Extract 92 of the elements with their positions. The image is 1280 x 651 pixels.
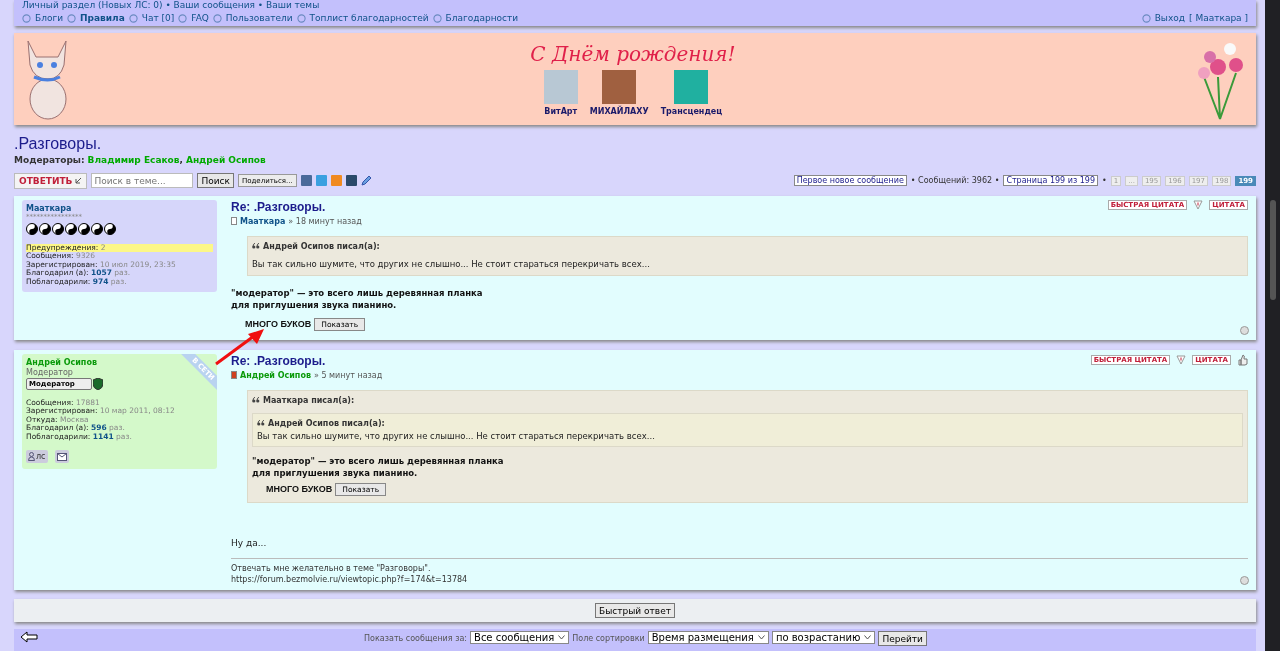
post-time: » 18 минут назад bbox=[288, 216, 362, 226]
sort-label: Поле сортировки bbox=[572, 634, 645, 644]
social-icon[interactable] bbox=[300, 175, 312, 187]
power-icon bbox=[1141, 13, 1151, 23]
user-rank: Модератор bbox=[26, 367, 73, 377]
search-button[interactable]: Поиск bbox=[197, 173, 234, 189]
separator: , bbox=[179, 154, 183, 165]
circle-icon bbox=[128, 13, 138, 23]
bullet: • bbox=[1102, 176, 1107, 186]
scroll-top-icon[interactable] bbox=[1240, 575, 1249, 585]
nav-link[interactable]: Блоги bbox=[35, 13, 63, 23]
warning-icon[interactable] bbox=[1193, 199, 1204, 210]
quote-author: Андрей Осипов писал(а): bbox=[268, 418, 385, 428]
quick-reply-button[interactable]: Быстрый ответ bbox=[595, 603, 675, 619]
banner-title: С Днём рождения! bbox=[530, 41, 736, 66]
nav-link[interactable]: Благодарности bbox=[445, 13, 519, 23]
quote-text: Вы так сильно шумите, что других не слышно... Не стоит стараться перекричать всех... bbox=[257, 430, 655, 441]
chevron-down-icon bbox=[757, 635, 765, 641]
scroll-top-icon[interactable] bbox=[1240, 325, 1249, 335]
back-arrow-icon[interactable] bbox=[20, 631, 38, 644]
post-icon bbox=[231, 371, 237, 380]
show-label: Показать сообщения за: bbox=[364, 634, 467, 644]
scrollbar[interactable] bbox=[1265, 0, 1280, 651]
private-message-button[interactable]: лс bbox=[26, 450, 48, 464]
circle-icon bbox=[212, 13, 222, 23]
pencil-icon[interactable] bbox=[360, 175, 372, 187]
yin-yang-icon bbox=[104, 222, 116, 235]
post-icon bbox=[231, 217, 237, 226]
quote-author: Андрей Осипов писал(а): bbox=[263, 241, 380, 251]
avatar-placeholder[interactable] bbox=[602, 69, 637, 104]
warning-icon[interactable] bbox=[1176, 354, 1187, 365]
thumbs-up-icon[interactable] bbox=[1237, 353, 1248, 366]
yin-yang-icon bbox=[39, 222, 51, 235]
post-text: "модератор" — это всего лишь деревянная планка для приглушения звука пианино. bbox=[252, 454, 505, 479]
search-field[interactable]: Поиск в теме... bbox=[91, 173, 194, 189]
period-select[interactable]: Все сообщения bbox=[470, 631, 570, 645]
moderators-label: Модераторы: bbox=[14, 154, 85, 165]
shield-icon bbox=[93, 377, 103, 390]
spoiler-label: МНОГО БУКОВ bbox=[266, 484, 333, 495]
nav-link[interactable]: FAQ bbox=[191, 13, 209, 23]
yin-yang-icon bbox=[65, 222, 77, 235]
circle-icon bbox=[22, 13, 31, 23]
person-icon bbox=[28, 452, 35, 462]
logout-link[interactable]: Выход bbox=[1154, 13, 1186, 23]
spoiler-label: МНОГО БУКОВ bbox=[245, 319, 312, 330]
first-new-link[interactable]: Первое новое сообщение bbox=[793, 175, 907, 187]
post-author[interactable]: Мааткара bbox=[240, 216, 286, 226]
quote-icon bbox=[252, 397, 260, 404]
chevron-down-icon bbox=[864, 635, 872, 641]
post-title[interactable]: Re: .Разговоры. bbox=[231, 353, 326, 368]
top-links[interactable]: Личный раздел (Новых ЛС: 0) • Ваши сообщения • Ваши темы bbox=[22, 0, 320, 10]
post-author[interactable]: Андрей Осипов bbox=[240, 370, 311, 380]
quote-text: Вы так сильно шумите, что других не слышно... Не стоит стараться перекричать всех... bbox=[252, 258, 650, 269]
user-link[interactable]: [ Мааткара ] bbox=[1189, 13, 1248, 23]
go-button[interactable]: Перейти bbox=[878, 631, 927, 647]
nav-link[interactable]: Пользователи bbox=[225, 13, 293, 23]
yin-yang-icon bbox=[78, 222, 90, 235]
forum-title: .Разговоры. bbox=[14, 134, 102, 153]
avatar-placeholder[interactable] bbox=[674, 69, 709, 104]
social-icon[interactable] bbox=[345, 175, 357, 187]
nav-link[interactable]: Топлист благодарностей bbox=[309, 13, 429, 23]
yin-yang-icon bbox=[52, 222, 64, 235]
author-name[interactable]: Мааткара bbox=[26, 203, 72, 213]
sort-field-select[interactable]: Время размещения bbox=[647, 631, 769, 645]
post-text: Ну да... bbox=[231, 537, 267, 548]
chevron-down-icon bbox=[558, 635, 566, 641]
nav-link[interactable]: Правила bbox=[80, 13, 125, 23]
nav-link[interactable]: Чат [0] bbox=[141, 13, 175, 23]
author-name[interactable]: Андрей Осипов bbox=[26, 357, 97, 367]
page-indicator[interactable]: Страница 199 из 199 bbox=[1003, 175, 1098, 187]
circle-icon bbox=[67, 13, 76, 23]
post-count: • Сообщений: 3962 • bbox=[910, 176, 1000, 186]
birthday-user[interactable]: МИХАЙЛАХУ bbox=[589, 106, 649, 116]
signature-text: Отвечать мне желательно в теме "Разговоры". bbox=[231, 563, 431, 573]
post-text: "модератор" — это всего лишь деревянная планка для приглушения звука пианино. bbox=[231, 286, 484, 311]
circle-icon bbox=[432, 13, 442, 23]
yin-yang-icon bbox=[91, 222, 103, 235]
reply-arrow-icon bbox=[75, 177, 83, 185]
quote-icon bbox=[257, 420, 265, 427]
birthday-user[interactable]: ВитАрт bbox=[544, 106, 578, 116]
signature-text: https://forum.bezmolvie.ru/viewtopic.php?f=174&t=13784 bbox=[231, 574, 468, 584]
quote-author: Мааткара писал(а): bbox=[263, 395, 355, 405]
circle-icon bbox=[296, 13, 306, 23]
post-title[interactable]: Re: .Разговоры. bbox=[231, 199, 326, 214]
email-button[interactable] bbox=[54, 450, 69, 464]
circle-icon bbox=[178, 13, 188, 23]
yin-yang-icon bbox=[26, 222, 38, 235]
order-select[interactable]: по возрастанию bbox=[771, 631, 876, 645]
reply-button[interactable]: ОТВЕТИТЬ bbox=[14, 172, 88, 189]
post-time: » 5 минут назад bbox=[313, 370, 383, 380]
quote-icon bbox=[252, 243, 260, 250]
birthday-user[interactable]: Трансцендец bbox=[660, 106, 723, 116]
